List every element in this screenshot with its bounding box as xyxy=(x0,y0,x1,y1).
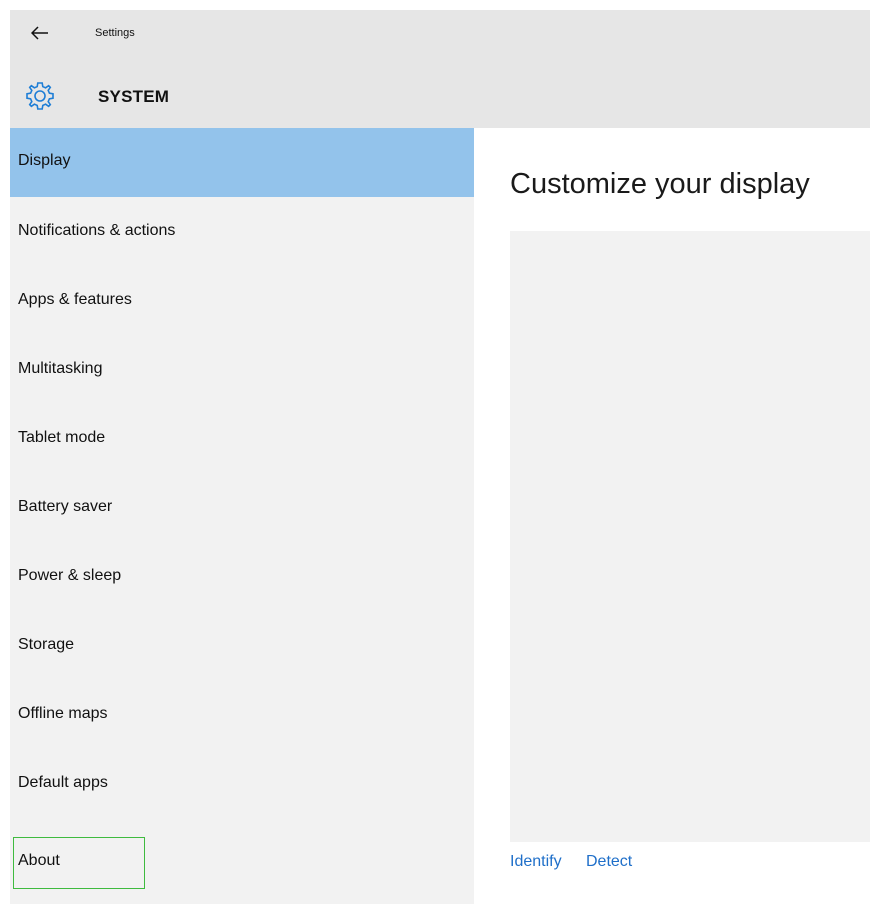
sidebar-item-apps-features[interactable]: Apps & features xyxy=(10,266,474,335)
identify-link[interactable]: Identify xyxy=(510,853,562,871)
sidebar-item-default-apps[interactable]: Default apps xyxy=(10,749,474,818)
sidebar-item-tablet-mode[interactable]: Tablet mode xyxy=(10,404,474,473)
sidebar-item-storage[interactable]: Storage xyxy=(10,611,474,680)
sidebar-item-label: Default apps xyxy=(18,774,108,791)
sidebar-item-label: Power & sleep xyxy=(18,567,122,584)
back-button[interactable] xyxy=(28,22,52,44)
sidebar-item-label: Apps & features xyxy=(18,291,132,308)
sidebar-item-power-sleep[interactable]: Power & sleep xyxy=(10,542,474,611)
settings-header: Settings SYSTEM xyxy=(10,10,870,128)
page-title: Customize your display xyxy=(510,168,810,200)
sidebar-item-label: About xyxy=(18,852,60,869)
back-arrow-icon[interactable] xyxy=(31,26,49,40)
title-bar: Settings xyxy=(10,10,870,54)
sidebar-item-label: Multitasking xyxy=(18,360,103,377)
sidebar-item-label: Display xyxy=(18,152,71,169)
sidebar-item-multitasking[interactable]: Multitasking xyxy=(10,335,474,404)
app-title: Settings xyxy=(95,27,135,39)
sidebar-item-label: Storage xyxy=(18,636,75,653)
sidebar-item-about[interactable]: About xyxy=(10,827,474,896)
sidebar-item-display[interactable]: Display xyxy=(10,128,474,197)
sidebar-item-label: Notifications & actions xyxy=(18,222,176,239)
main-content: Customize your display Identify Detect xyxy=(474,128,870,904)
sidebar-item-label: Tablet mode xyxy=(18,429,106,446)
sidebar-item-label: Offline maps xyxy=(18,705,108,722)
detect-link[interactable]: Detect xyxy=(586,853,632,871)
sidebar-item-offline-maps[interactable]: Offline maps xyxy=(10,680,474,749)
display-arrangement-area[interactable] xyxy=(510,231,870,842)
section-title: SYSTEM xyxy=(98,87,170,106)
sidebar: Display Notifications & actions Apps & f… xyxy=(10,128,474,904)
sidebar-item-label: Battery saver xyxy=(18,498,113,515)
gear-icon xyxy=(26,82,54,110)
sidebar-item-battery-saver[interactable]: Battery saver xyxy=(10,473,474,542)
section-header: SYSTEM xyxy=(10,75,870,115)
sidebar-item-notifications-actions[interactable]: Notifications & actions xyxy=(10,197,474,266)
